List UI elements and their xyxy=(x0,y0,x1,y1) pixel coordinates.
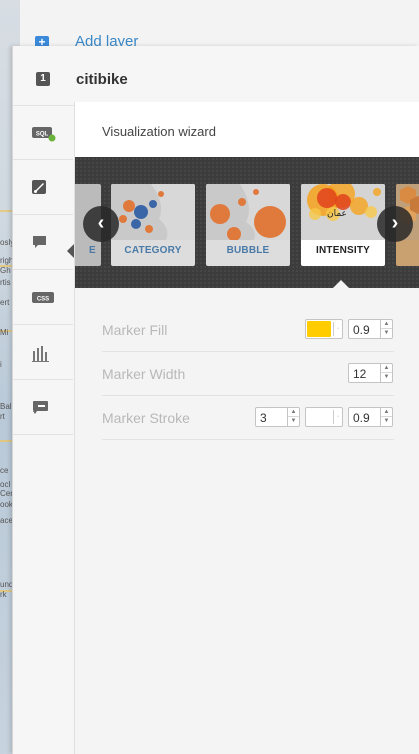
layer-tools: SQL CSS xyxy=(13,106,74,436)
stepper-up-icon[interactable]: ▲ xyxy=(381,320,392,329)
speech-bubble-icon xyxy=(33,236,46,248)
tool-legend[interactable] xyxy=(13,326,73,380)
stepper-up-icon[interactable]: ▲ xyxy=(381,364,392,373)
layer-name[interactable]: citibike xyxy=(76,71,128,88)
paintbrush-icon xyxy=(32,180,46,194)
map-label: ook xyxy=(0,500,13,509)
stepper-up-icon[interactable]: ▲ xyxy=(381,408,392,417)
marker-fill-color-picker[interactable]: · xyxy=(305,319,343,339)
stepper-down-icon[interactable]: ▼ xyxy=(288,417,299,426)
width-stepper[interactable]: ▲ ▼ xyxy=(380,364,392,382)
carousel-next-button[interactable]: › xyxy=(377,206,413,242)
thumbnail-bubble[interactable]: BUBBLE xyxy=(206,184,290,266)
bubble-preview-image xyxy=(206,184,290,240)
active-tool-indicator xyxy=(67,244,74,258)
stroke-width-stepper[interactable]: ▲ ▼ xyxy=(287,408,299,426)
map-label: Bal xyxy=(0,402,12,411)
stepper-up-icon[interactable]: ▲ xyxy=(288,408,299,417)
sql-icon: SQL xyxy=(32,127,56,142)
marker-width-input[interactable]: 12 ▲ ▼ xyxy=(348,363,393,383)
tooltip-icon xyxy=(33,401,48,414)
intensity-map-text: عمان xyxy=(327,209,347,219)
tool-css[interactable]: CSS xyxy=(13,271,73,325)
opacity-stepper[interactable]: ▲ ▼ xyxy=(380,320,392,338)
layer-panel: 1 citibike SQL CSS Visualization wizard … xyxy=(12,46,419,754)
layer-header: 1 citibike xyxy=(13,46,419,106)
marker-stroke-row: Marker Stroke 3 ▲ ▼ · 0.9 ▲ ▼ xyxy=(102,396,394,440)
css-icon: CSS xyxy=(32,292,54,303)
marker-stroke-opacity-value: 0.9 xyxy=(353,411,370,425)
visualization-wizard: Visualization wizard E CATEGORY BUBBLE ع… xyxy=(74,102,419,754)
map-label: ace xyxy=(0,516,13,525)
thumbnail-label: CATEGORY xyxy=(124,245,182,256)
thumbnail-partial-label: E xyxy=(89,245,96,256)
marker-width-value: 12 xyxy=(353,367,367,381)
map-label: ert xyxy=(0,298,10,307)
map-label: Cer xyxy=(0,489,13,498)
category-preview-image xyxy=(111,184,195,240)
chevron-left-icon: ‹ xyxy=(97,212,105,234)
intensity-preview-image: عمان xyxy=(301,184,385,240)
tool-filters[interactable] xyxy=(13,381,73,435)
tool-infowindow[interactable] xyxy=(13,216,73,270)
marker-stroke-width-input[interactable]: 3 ▲ ▼ xyxy=(255,407,300,427)
dropdown-icon: · xyxy=(333,410,342,424)
stepper-down-icon[interactable]: ▼ xyxy=(381,373,392,382)
marker-fill-row: Marker Fill · 0.9 ▲ ▼ xyxy=(102,308,394,352)
marker-fill-opacity-value: 0.9 xyxy=(353,323,370,337)
sql-icon-label: SQL xyxy=(36,132,49,138)
map-label: Gh xyxy=(0,266,11,275)
dropdown-icon: · xyxy=(333,322,342,336)
thumbnail-category[interactable]: CATEGORY xyxy=(111,184,195,266)
marker-stroke-color-picker[interactable]: · xyxy=(305,407,343,427)
marker-stroke-opacity-input[interactable]: 0.9 ▲ ▼ xyxy=(348,407,393,427)
thumbnail-label: BUBBLE xyxy=(226,245,270,256)
map-label: rk xyxy=(0,590,7,599)
marker-stroke-swatch xyxy=(307,409,331,425)
layer-number-badge: 1 xyxy=(36,72,50,86)
map-label: i xyxy=(0,360,2,369)
map-label: Mi xyxy=(0,328,9,337)
visualization-carousel: E CATEGORY BUBBLE عمان INTENSITY ‹ › xyxy=(75,157,419,288)
tool-wizard[interactable] xyxy=(13,161,73,215)
marker-width-row: Marker Width 12 ▲ ▼ xyxy=(102,352,394,396)
bar-chart-icon xyxy=(32,346,49,362)
map-label: ce xyxy=(0,466,9,475)
chevron-right-icon: › xyxy=(391,212,399,234)
wizard-properties: Marker Fill · 0.9 ▲ ▼ Marker Width 12 ▲ … xyxy=(75,288,419,754)
thumbnail-label: INTENSITY xyxy=(315,245,371,256)
opacity-stepper[interactable]: ▲ ▼ xyxy=(380,408,392,426)
wizard-title: Visualization wizard xyxy=(102,124,216,139)
marker-fill-label: Marker Fill xyxy=(102,322,168,338)
map-label: rt xyxy=(0,412,5,421)
thumbnail-intensity[interactable]: عمان INTENSITY xyxy=(301,184,385,266)
css-icon-label: CSS xyxy=(37,297,49,303)
marker-fill-opacity-input[interactable]: 0.9 ▲ ▼ xyxy=(348,319,393,339)
map-label: ocl xyxy=(0,480,11,489)
carousel-prev-button[interactable]: ‹ xyxy=(83,206,119,242)
marker-fill-swatch xyxy=(307,321,331,337)
stepper-down-icon[interactable]: ▼ xyxy=(381,417,392,426)
stepper-down-icon[interactable]: ▼ xyxy=(381,329,392,338)
marker-stroke-label: Marker Stroke xyxy=(102,410,190,426)
marker-stroke-width-value: 3 xyxy=(260,411,267,425)
map-label: rtis xyxy=(0,278,11,287)
marker-width-label: Marker Width xyxy=(102,366,186,382)
tool-sql[interactable]: SQL xyxy=(13,106,73,160)
